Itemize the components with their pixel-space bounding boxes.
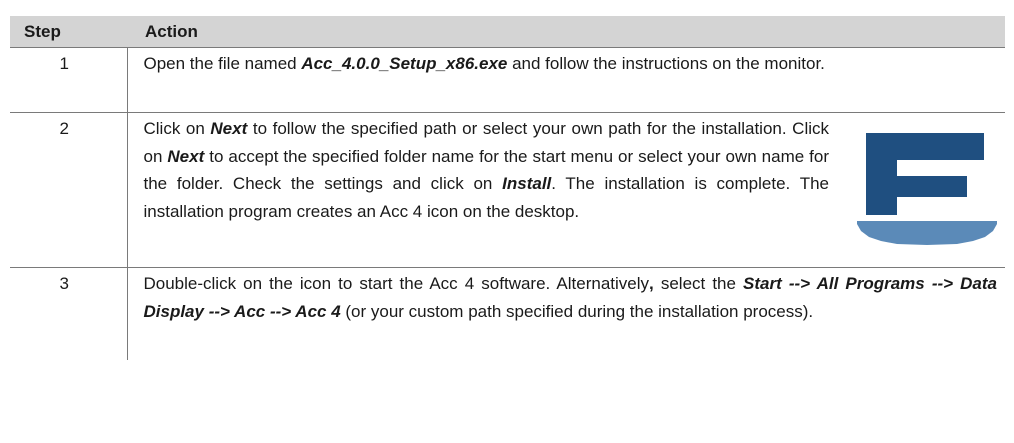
action-text: Open the file named	[143, 54, 302, 73]
column-header-action: Action	[127, 16, 1005, 48]
step-action: Open the file named Acc_4.0.0_Setup_x86.…	[127, 47, 1005, 113]
table-body: 1 Open the file named Acc_4.0.0_Setup_x8…	[10, 47, 1005, 361]
action-text: Click on	[143, 119, 211, 138]
filename-emphasis: Acc_4.0.0_Setup_x86.exe	[301, 54, 508, 73]
next-emphasis: Next	[167, 146, 205, 166]
step-action: Click on Next to follow the specified pa…	[127, 112, 1005, 268]
action-text: Double-click on the icon to start the Ac…	[143, 274, 650, 293]
step-number: 3	[10, 267, 128, 360]
step-action-paragraph: Click on Next to follow the specified pa…	[144, 115, 830, 225]
table-header: Step Action	[10, 16, 1005, 48]
table-header-row: Step Action	[10, 16, 1005, 48]
column-header-step: Step	[10, 16, 127, 48]
step-number: 2	[10, 112, 128, 268]
logo-base	[857, 221, 997, 245]
table-row: 1 Open the file named Acc_4.0.0_Setup_x8…	[10, 47, 1005, 113]
step-action: Double-click on the icon to start the Ac…	[127, 268, 1005, 361]
table-row: 3 Double-click on the icon to start the …	[10, 267, 1005, 361]
step-number: 1	[10, 47, 128, 113]
installation-steps-table: Step Action 1 Open the file named Acc_4.…	[10, 16, 1005, 360]
action-text: (or your custom path specified during th…	[340, 301, 814, 321]
install-emphasis: Install	[502, 174, 552, 193]
action-text: select the	[653, 274, 744, 293]
logo-letter-top-bar	[866, 133, 984, 160]
action-text: and follow the instructions on the monit…	[507, 54, 825, 73]
logo-letter-middle-bar	[866, 176, 967, 197]
step-action-wrap: Click on Next to follow the specified pa…	[144, 115, 997, 263]
next-emphasis: Next	[210, 119, 248, 138]
acc-4-f-logo-icon	[857, 133, 997, 245]
table-row: 2 Click on Next to follow the specified …	[10, 112, 1005, 268]
